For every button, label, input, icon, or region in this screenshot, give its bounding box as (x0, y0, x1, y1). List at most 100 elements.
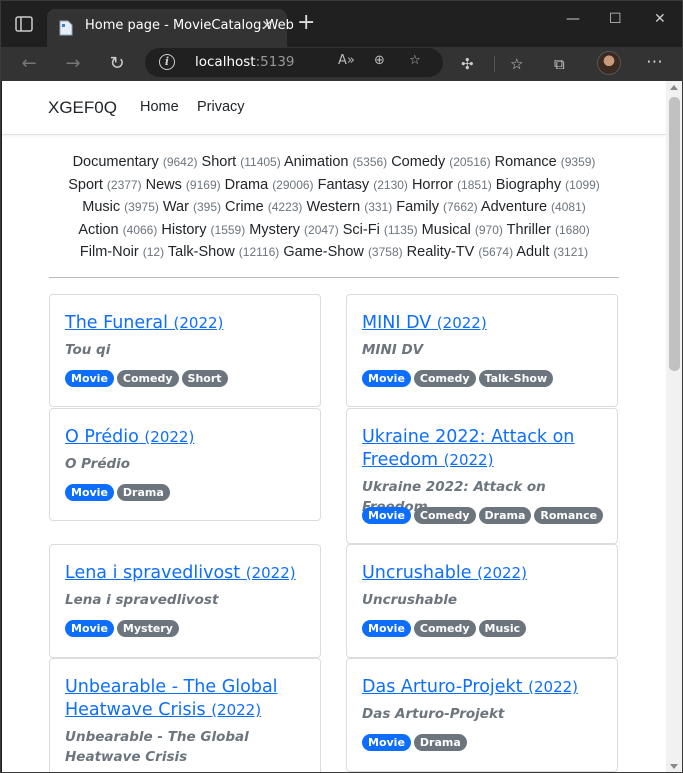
genre-link[interactable]: Adult (3121) (516, 244, 588, 260)
close-window-icon[interactable]: ✕ (654, 11, 666, 27)
scroll-thumb[interactable] (669, 97, 680, 371)
genre-link[interactable]: Short (11405) (202, 154, 281, 170)
genre-badge: Short (181, 370, 228, 387)
collections-icon[interactable]: ⧉ (554, 55, 565, 73)
genre-link[interactable]: Action (4066) (78, 222, 157, 238)
favorites-icon[interactable]: ☆ (510, 55, 523, 73)
movie-title-link[interactable]: Ukraine 2022: Attack on Freedom (2022) (362, 426, 607, 472)
address-bar[interactable]: i localhost:5139 A» ⊕ ☆ (145, 48, 443, 77)
tab-actions-icon[interactable] (15, 16, 33, 32)
genre-count: (4223) (267, 200, 303, 214)
genre-name: Western (306, 199, 361, 215)
maximize-icon[interactable]: ☐ (609, 11, 622, 27)
genre-count: (1851) (457, 177, 492, 192)
movie-title-link[interactable]: Uncrushable (2022) (362, 562, 607, 585)
toolbar-divider (494, 56, 495, 72)
genre-link[interactable]: War (395) (163, 199, 221, 215)
genre-link[interactable]: Reality-TV (5674) (407, 244, 513, 260)
genre-link[interactable]: Film-Noir (12) (80, 244, 164, 260)
genre-badge: Music (478, 620, 527, 637)
movie-card: Lena i spravedlivost (2022) Lena i sprave… (49, 544, 321, 658)
movie-year: (2022) (144, 428, 195, 446)
genre-count: (1680) (555, 222, 590, 237)
movie-title: MINI DV (362, 313, 432, 333)
zoom-icon[interactable]: ⊕ (374, 53, 385, 68)
genre-link[interactable]: Musical (970) (422, 222, 503, 238)
genre-badge: Romance (534, 507, 604, 524)
genre-link[interactable]: Crime (4223) (225, 199, 302, 215)
genre-link[interactable]: History (1559) (161, 222, 245, 238)
badge-group: Movie Drama (362, 734, 467, 751)
genre-count: (331) (364, 200, 393, 214)
genre-link[interactable]: Fantasy (2130) (318, 177, 408, 193)
genre-link[interactable]: Sci-Fi (1135) (343, 222, 418, 238)
movie-year: (2022) (443, 451, 494, 469)
genre-link[interactable]: Western (331) (306, 199, 392, 215)
read-aloud-icon[interactable]: A» (338, 53, 355, 68)
genre-name: Game-Show (283, 244, 364, 260)
genre-badge: Comedy (116, 370, 179, 387)
vertical-scrollbar[interactable] (666, 81, 682, 772)
minimize-icon[interactable]: — (566, 11, 580, 27)
site-info-icon[interactable]: i (159, 54, 175, 70)
type-badge: Movie (362, 507, 411, 524)
movie-title-link[interactable]: Unbearable - The Global Heatwave Crisis … (65, 676, 310, 722)
forward-icon[interactable]: → (61, 52, 85, 76)
movie-title-link[interactable]: The Funeral (2022) (65, 312, 310, 335)
genre-link[interactable]: Drama (29006) (225, 177, 314, 193)
genre-link[interactable]: Comedy (20516) (391, 154, 490, 170)
movie-card: MINI DV (2022) MINI DV Movie Comedy Talk-Sho… (346, 294, 618, 407)
tab-close-icon[interactable]: ✕ (261, 18, 273, 34)
genre-link[interactable]: Game-Show (3758) (283, 244, 402, 260)
more-menu-icon[interactable]: ⋯ (646, 52, 663, 72)
movie-original-title: MINI DV (362, 342, 424, 358)
badge-group: Movie Comedy Drama Romance (362, 507, 604, 524)
movie-year: (2022) (528, 678, 579, 696)
back-icon[interactable]: ← (17, 52, 41, 76)
profile-avatar[interactable] (597, 51, 621, 75)
genre-link[interactable]: Horror (1851) (412, 177, 492, 193)
nav-link-privacy[interactable]: Privacy (197, 99, 245, 115)
site-navbar: XGEF0Q Home Privacy (2, 81, 666, 135)
genre-link[interactable]: Romance (9359) (495, 154, 596, 170)
nav-link-home[interactable]: Home (140, 99, 179, 115)
active-tab[interactable]: Home page - MovieCatalog.Web ✕ (47, 9, 294, 47)
genre-link[interactable]: Sport (2377) (68, 177, 141, 193)
genre-link[interactable]: Adventure (4081) (481, 199, 586, 215)
scroll-down-icon[interactable] (670, 764, 678, 769)
genre-link[interactable]: Biography (1099) (496, 177, 600, 193)
type-badge: Movie (362, 734, 411, 751)
genre-count: (9169) (185, 177, 221, 192)
movie-original-title: Tou qi (65, 342, 111, 358)
genre-link[interactable]: Family (7662) (396, 199, 477, 215)
genre-name: Fantasy (317, 176, 370, 193)
genre-link[interactable]: Animation (5356) (284, 154, 387, 170)
movie-title-link[interactable]: O Prédio (2022) (65, 426, 310, 449)
genre-link[interactable]: News (9169) (146, 177, 221, 193)
genre-name: Music (82, 199, 121, 215)
genre-link[interactable]: Documentary (9642) (73, 154, 198, 170)
genre-link[interactable]: Talk-Show (12116) (168, 244, 279, 260)
site-brand[interactable]: XGEF0Q (48, 98, 117, 118)
genre-link[interactable]: Mystery (2047) (249, 222, 338, 238)
new-tab-icon[interactable]: + (297, 12, 315, 34)
genre-link[interactable]: Music (3975) (82, 199, 159, 215)
genre-name: Adult (516, 244, 550, 260)
movie-year: (2022) (477, 564, 527, 582)
genre-badge: Mystery (116, 620, 179, 637)
movie-title-link[interactable]: Das Arturo-Projekt (2022) (362, 676, 607, 699)
movie-title-link[interactable]: Lena i spravedlivost (2022) (65, 562, 310, 585)
genre-count: (4081) (551, 200, 586, 214)
badge-group: Movie Comedy Short (65, 370, 228, 387)
genre-name: History (161, 221, 207, 238)
extensions-icon[interactable]: ✣ (461, 55, 474, 73)
genre-count: (12) (142, 245, 165, 259)
refresh-icon[interactable]: ↻ (105, 52, 129, 76)
movie-title-link[interactable]: MINI DV (2022) (362, 312, 607, 335)
genre-count: (9642) (162, 155, 198, 169)
movie-title: Lena i spravedlivost (65, 563, 241, 583)
scroll-up-icon[interactable] (670, 85, 678, 90)
movie-year: (2022) (211, 701, 262, 719)
add-favorite-icon[interactable]: ☆ (409, 53, 421, 68)
genre-link[interactable]: Thriller (1680) (507, 222, 590, 238)
